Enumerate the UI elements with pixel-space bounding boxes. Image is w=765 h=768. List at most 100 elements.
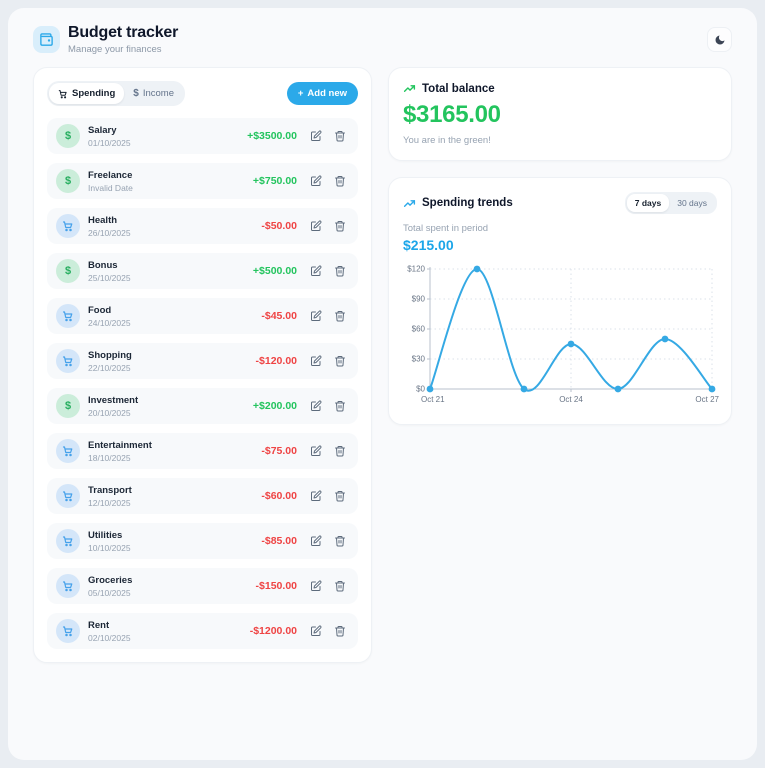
transaction-row: $ Bonus 25/10/2025 +$500.00	[47, 253, 358, 289]
edit-icon	[310, 490, 322, 502]
trends-card-header: Spending trends 7 days 30 days	[403, 192, 717, 214]
trending-up-icon	[403, 82, 416, 95]
edit-button[interactable]	[307, 532, 325, 550]
delete-button[interactable]	[331, 622, 349, 640]
tab-label: Spending	[72, 88, 116, 99]
edit-button[interactable]	[307, 487, 325, 505]
transaction-amount: -$75.00	[261, 445, 297, 457]
transaction-row: $ Investment 20/10/2025 +$200.00	[47, 388, 358, 424]
transaction-name: Entertainment	[88, 439, 152, 451]
edit-button[interactable]	[307, 217, 325, 235]
main-content: Spending $ Income + Add new $ Salary 01/…	[8, 67, 757, 663]
edit-icon	[310, 445, 322, 457]
trending-up-icon	[403, 197, 416, 210]
delete-button[interactable]	[331, 127, 349, 145]
cart-icon	[56, 529, 80, 553]
trends-title: Spending trends	[422, 197, 513, 209]
cart-icon	[56, 574, 80, 598]
right-column: Total balance $3165.00 You are in the gr…	[388, 67, 732, 425]
transaction-name: Shopping	[88, 349, 132, 361]
chart-container: $0 $30 $60 $90 $120 Oct 21 Oct 24 Oct 27	[403, 259, 719, 414]
transaction-amount: +$750.00	[252, 175, 297, 187]
edit-button[interactable]	[307, 442, 325, 460]
transaction-row: Groceries 05/10/2025 -$150.00	[47, 568, 358, 604]
edit-button[interactable]	[307, 352, 325, 370]
edit-button[interactable]	[307, 622, 325, 640]
tab-label: Income	[142, 88, 174, 99]
delete-button[interactable]	[331, 532, 349, 550]
delete-button[interactable]	[331, 172, 349, 190]
transaction-date: 24/10/2025	[88, 317, 131, 328]
cart-icon	[56, 349, 80, 373]
add-new-label: Add new	[307, 88, 347, 99]
period-30-days-button[interactable]: 30 days	[669, 194, 715, 212]
edit-icon	[310, 625, 322, 637]
transaction-row: Rent 02/10/2025 -$1200.00	[47, 613, 358, 649]
transaction-date: 02/10/2025	[88, 632, 131, 643]
moon-icon	[714, 34, 726, 46]
edit-button[interactable]	[307, 127, 325, 145]
delete-button[interactable]	[331, 442, 349, 460]
tab-spending[interactable]: Spending	[49, 83, 125, 104]
cart-icon	[56, 304, 80, 328]
theme-toggle-button[interactable]	[707, 27, 732, 52]
delete-button[interactable]	[331, 577, 349, 595]
transaction-name: Groceries	[88, 574, 133, 586]
trash-icon	[334, 175, 346, 187]
transaction-amount: +$500.00	[252, 265, 297, 277]
transactions-card: Spending $ Income + Add new $ Salary 01/…	[33, 67, 372, 663]
transaction-amount: +$3500.00	[247, 130, 297, 142]
total-spent-label: Total spent in period	[403, 223, 489, 234]
balance-card-header: Total balance	[403, 82, 717, 95]
delete-button[interactable]	[331, 487, 349, 505]
edit-icon	[310, 220, 322, 232]
total-spent-value: $215.00	[403, 237, 454, 253]
transaction-date: 25/10/2025	[88, 272, 131, 283]
edit-button[interactable]	[307, 307, 325, 325]
cart-icon	[56, 214, 80, 238]
app-root: Budget tracker Manage your finances Spen…	[8, 8, 757, 760]
delete-button[interactable]	[331, 397, 349, 415]
trash-icon	[334, 220, 346, 232]
transaction-amount: -$85.00	[261, 535, 297, 547]
transaction-row: Health 26/10/2025 -$50.00	[47, 208, 358, 244]
edit-icon	[310, 265, 322, 277]
svg-text:$30: $30	[412, 355, 426, 364]
edit-button[interactable]	[307, 577, 325, 595]
transaction-row: $ Freelance Invalid Date +$750.00	[47, 163, 358, 199]
transaction-amount: -$150.00	[255, 580, 297, 592]
transaction-row: Entertainment 18/10/2025 -$75.00	[47, 433, 358, 469]
transaction-list: $ Salary 01/10/2025 +$3500.00 $ Freelanc…	[47, 118, 358, 649]
delete-button[interactable]	[331, 352, 349, 370]
cart-icon	[58, 89, 68, 99]
transaction-name: Salary	[88, 124, 117, 136]
dollar-icon: $	[56, 169, 80, 193]
edit-icon	[310, 400, 322, 412]
page-title: Budget tracker	[68, 24, 179, 41]
cart-icon	[56, 439, 80, 463]
transaction-name: Rent	[88, 619, 110, 631]
tab-income[interactable]: $ Income	[124, 83, 183, 104]
edit-button[interactable]	[307, 172, 325, 190]
transaction-name: Investment	[88, 394, 139, 406]
transaction-amount: +$200.00	[252, 400, 297, 412]
delete-button[interactable]	[331, 262, 349, 280]
add-new-button[interactable]: + Add new	[286, 82, 358, 105]
transaction-name: Health	[88, 214, 118, 226]
edit-button[interactable]	[307, 262, 325, 280]
balance-title: Total balance	[422, 82, 495, 95]
transaction-name: Transport	[88, 484, 132, 496]
delete-button[interactable]	[331, 217, 349, 235]
trash-icon	[334, 535, 346, 547]
period-7-days-button[interactable]: 7 days	[626, 194, 670, 212]
edit-icon	[310, 310, 322, 322]
transaction-amount: -$120.00	[255, 355, 297, 367]
dollar-icon: $	[56, 259, 80, 283]
svg-text:$90: $90	[412, 295, 426, 304]
svg-text:$60: $60	[412, 325, 426, 334]
delete-button[interactable]	[331, 307, 349, 325]
transaction-amount: -$60.00	[261, 490, 297, 502]
transaction-name: Utilities	[88, 529, 123, 541]
edit-button[interactable]	[307, 397, 325, 415]
transaction-date: 12/10/2025	[88, 497, 131, 508]
